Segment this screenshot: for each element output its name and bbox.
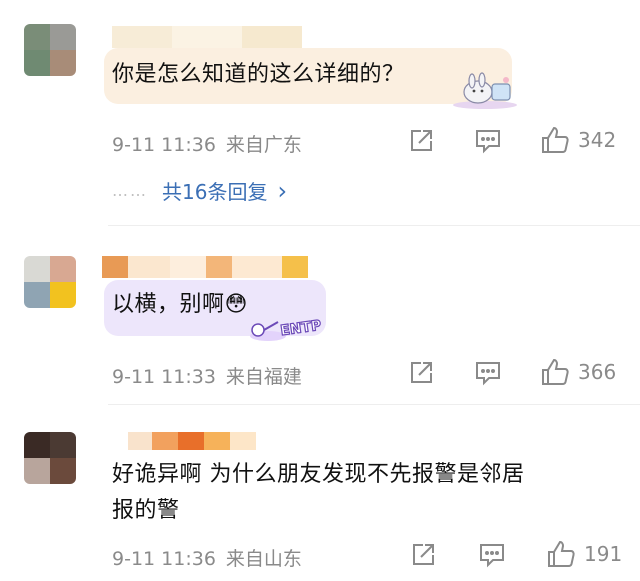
avatar-block: [24, 432, 50, 458]
avatar-block: [50, 432, 76, 458]
comment-3: 好诡异啊 为什么朋友发现不先报警是邻居 报的警 9-11 11:36 来自山东 1…: [0, 0, 640, 581]
comment-button[interactable]: [478, 542, 506, 568]
comment-icon: [480, 544, 504, 568]
like-count: 191: [584, 542, 623, 566]
location: 来自山东: [225, 548, 302, 570]
share-button[interactable]: [410, 542, 436, 568]
avatar-block: [24, 458, 50, 484]
username-redacted[interactable]: [128, 432, 256, 450]
comment-text-line-1: 好诡异啊 为什么朋友发现不先报警是邻居: [112, 462, 525, 487]
share-icon: [413, 544, 434, 565]
timestamp: 9-11 11:36: [112, 548, 216, 570]
like-button[interactable]: 191: [546, 539, 622, 569]
comment-meta: 9-11 11:36 来自山东: [112, 544, 302, 571]
thumbs-up-icon: [548, 540, 575, 567]
comment-text-line-2: 报的警: [112, 498, 180, 523]
avatar[interactable]: [24, 432, 76, 484]
avatar-block: [50, 458, 76, 484]
